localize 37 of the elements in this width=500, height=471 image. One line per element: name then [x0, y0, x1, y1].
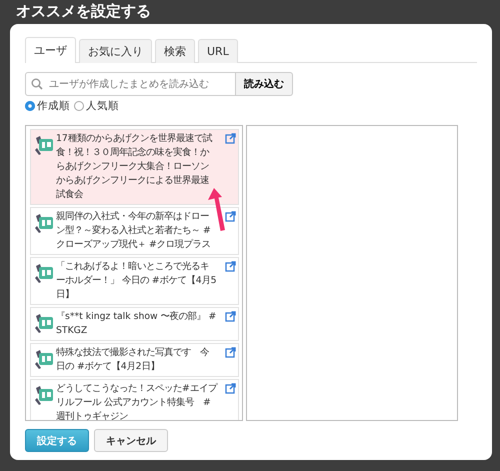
logo-icon	[33, 348, 55, 370]
radio-button[interactable]	[74, 101, 84, 111]
tab[interactable]: 検索	[155, 39, 195, 63]
tab[interactable]: URL	[198, 39, 238, 63]
list-item[interactable]: どうしてこうなった！スペッた#エイプリルフール 公式アカウント特集号 #週刊トゥギャジン	[30, 379, 239, 420]
logo-icon	[33, 212, 55, 234]
list-item[interactable]: 『s**t kingz talk show 〜夜の部』 #STKGZ	[30, 307, 239, 341]
sort-option[interactable]: 人気順	[74, 99, 119, 113]
external-link-icon[interactable]	[225, 211, 236, 222]
external-link-icon[interactable]	[225, 311, 236, 322]
external-link-icon[interactable]	[225, 347, 236, 358]
list-item[interactable]: 「これあげるよ！暗いところで光るキーホルダー！」 今日の #ボケて【4月5日】	[30, 257, 239, 305]
item-title: 17種類のからあげクンを世界最速で試食！祝！３０周年記念の味を実食！からあげクンフリーク大集合！ローソンからあげクンフリークによる世界最速試食会	[56, 132, 214, 202]
list-item[interactable]: 親同伴の入社式・今年の新卒はドローン型？～変わる入社式と若者たち～ #クローズアップ現代＋ #クロ現プラス	[30, 207, 239, 255]
sort-option[interactable]: 作成順	[25, 99, 70, 113]
logo-icon	[33, 312, 55, 334]
tab[interactable]: お気に入り	[79, 39, 152, 63]
list-item[interactable]: 特殊な技法で撮影された写真です 今日の #ボケて【4月2日】	[30, 343, 239, 377]
list-item[interactable]: 17種類のからあげクンを世界最速で試食！祝！３０周年記念の味を実食！からあげクンフリーク大集合！ローソンからあげクンフリークによる世界最速試食会	[30, 129, 239, 205]
external-link-icon[interactable]	[225, 261, 236, 272]
load-button[interactable]: 読み込む	[236, 72, 293, 96]
logo-icon	[33, 384, 55, 406]
external-link-icon[interactable]	[225, 383, 236, 394]
search-icon	[31, 78, 43, 90]
tab[interactable]: ユーザ	[25, 37, 76, 63]
dialog-title: オススメを設定する	[15, 1, 152, 22]
item-title: 「これあげるよ！暗いところで光るキーホルダー！」 今日の #ボケて【4月5日】	[56, 260, 217, 302]
item-title: どうしてこうなった！スペッた#エイプリルフール 公式アカウント特集号 #週刊トゥギャジン	[56, 382, 217, 420]
logo-icon	[33, 262, 55, 284]
logo-icon	[33, 134, 55, 156]
item-title: 特殊な技法で撮影された写真です 今日の #ボケて【4月2日】	[56, 346, 210, 374]
radio-button[interactable]	[25, 101, 35, 111]
external-link-icon[interactable]	[225, 133, 236, 144]
item-title: 親同伴の入社式・今年の新卒はドローン型？～変わる入社式と若者たち～ #クローズアップ現代＋ #クロ現プラス	[56, 210, 212, 252]
search-field[interactable]: ユーザが作成したまとめを読み込む	[25, 72, 236, 96]
cancel-button[interactable]: キャンセル	[94, 429, 168, 452]
item-title: 『s**t kingz talk show 〜夜の部』 #STKGZ	[56, 310, 217, 338]
